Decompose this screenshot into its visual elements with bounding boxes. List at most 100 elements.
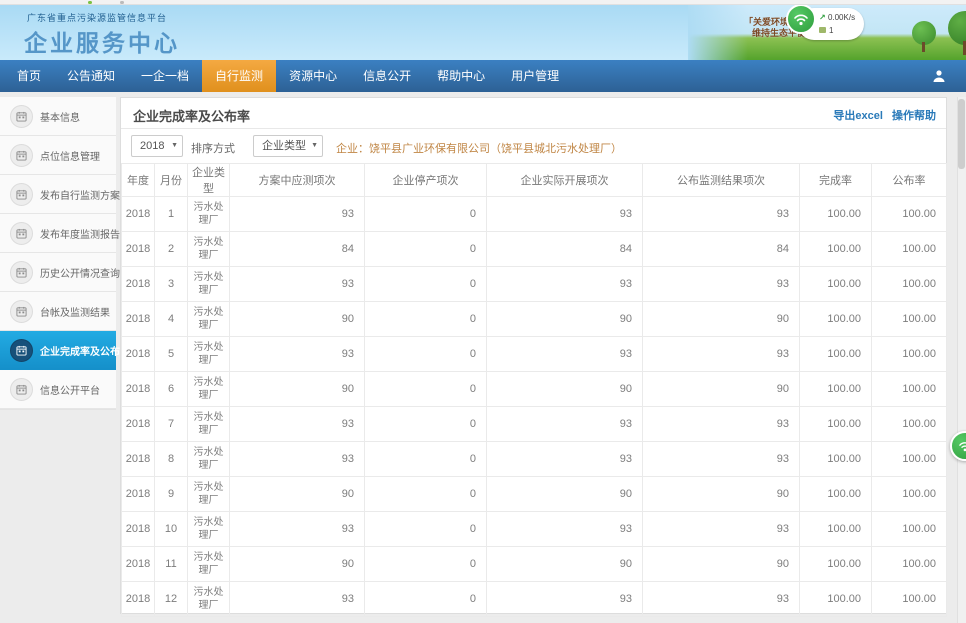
table-row: 20189污水处理厂9009090100.00100.00 (122, 477, 947, 512)
sort-label: 排序方式 (191, 140, 235, 156)
nav-item-notices[interactable]: 公告通知 (54, 60, 128, 92)
table-cell: 100.00 (800, 512, 872, 547)
sidebar-item-label: 信息公开平台 (40, 382, 100, 397)
calendar-icon (10, 105, 33, 128)
table-cell: 2018 (122, 547, 155, 582)
column-header: 完成率 (800, 164, 872, 197)
table-cell: 90 (487, 477, 643, 512)
table-cell: 0 (365, 512, 487, 547)
nav-item-user-management[interactable]: 用户管理 (498, 60, 572, 92)
sidebar-item-info-disclosure-platform[interactable]: 信息公开平台 (0, 370, 116, 409)
sidebar-item-ledger-and-results[interactable]: 台帐及监测结果 (0, 292, 116, 331)
table-cell: 93 (643, 512, 800, 547)
table-cell: 90 (487, 372, 643, 407)
sidebar-item-completion-publication-rate[interactable]: 企业完成率及公布率 (0, 331, 116, 370)
column-header: 年度 (122, 164, 155, 197)
header-banner: 「关爱环境， 维持生态平衡」 ↗ 0.00K/s 1 (688, 5, 966, 60)
table-cell: 4 (155, 302, 188, 337)
table-cell: 100.00 (872, 337, 947, 372)
help-link[interactable]: 操作帮助 (892, 110, 936, 122)
table-cell: 7 (155, 407, 188, 442)
sidebar-item-point-info-management[interactable]: 点位信息管理 (0, 136, 116, 175)
calendar-icon (10, 378, 33, 401)
table-cell: 污水处理厂 (188, 547, 230, 582)
table-cell: 0 (365, 372, 487, 407)
page-scrollbar[interactable] (957, 97, 966, 623)
column-header: 公布率 (872, 164, 947, 197)
user-icon[interactable] (932, 69, 946, 83)
table-cell: 90 (230, 477, 365, 512)
table-cell: 90 (643, 547, 800, 582)
table-cell: 90 (643, 372, 800, 407)
table-cell: 9 (155, 477, 188, 512)
table-cell: 93 (487, 197, 643, 232)
table-cell: 90 (230, 547, 365, 582)
calendar-icon (10, 222, 33, 245)
enterprise-type-select[interactable]: 企业类型 ▼ (253, 135, 323, 157)
year-select[interactable]: 2018 ▼ (131, 135, 183, 157)
table-cell: 93 (487, 267, 643, 302)
table-cell: 84 (487, 232, 643, 267)
calendar-icon (10, 183, 33, 206)
table-cell: 100.00 (872, 442, 947, 477)
table-cell: 污水处理厂 (188, 197, 230, 232)
upload-arrow-icon: ↗ (819, 11, 826, 24)
sidebar-item-label: 企业完成率及公布率 (40, 343, 130, 358)
table-cell: 93 (487, 407, 643, 442)
table-cell: 93 (230, 337, 365, 372)
table-cell: 100.00 (800, 372, 872, 407)
floating-network-ball[interactable] (950, 431, 966, 461)
chevron-down-icon: ▼ (171, 136, 178, 156)
panel-titlebar: 企业完成率及公布率 导出excel 操作帮助 (121, 98, 946, 129)
nav-item-help-center[interactable]: 帮助中心 (424, 60, 498, 92)
table-cell: 2018 (122, 442, 155, 477)
table-cell: 污水处理厂 (188, 582, 230, 617)
table-cell: 2018 (122, 372, 155, 407)
sidebar-item-publish-self-monitoring-plan[interactable]: 发布自行监测方案 (0, 175, 116, 214)
table-cell: 2018 (122, 267, 155, 302)
table-cell: 10 (155, 512, 188, 547)
table-cell: 11 (155, 547, 188, 582)
table-cell: 90 (643, 302, 800, 337)
table-cell: 100.00 (800, 582, 872, 617)
nav-item-enterprise-archive[interactable]: 一企一档 (128, 60, 202, 92)
sidebar-item-basic-info[interactable]: 基本信息 (0, 97, 116, 136)
folder-icon (819, 27, 826, 33)
table-row: 20184污水处理厂9009090100.00100.00 (122, 302, 947, 337)
column-header: 公布监测结果项次 (643, 164, 800, 197)
sidebar-item-label: 发布自行监测方案 (40, 187, 120, 202)
column-header: 企业实际开展项次 (487, 164, 643, 197)
sidebar-item-publish-annual-report[interactable]: 发布年度监测报告 (0, 214, 116, 253)
page-title: 企业完成率及公布率 (133, 106, 250, 125)
completion-rate-table: 年度月份企业类型方案中应测项次企业停产项次企业实际开展项次公布监测结果项次完成率… (121, 163, 947, 617)
table-cell: 84 (230, 232, 365, 267)
table-cell: 污水处理厂 (188, 407, 230, 442)
table-cell: 污水处理厂 (188, 442, 230, 477)
table-cell: 100.00 (872, 197, 947, 232)
table-row: 20185污水处理厂9309393100.00100.00 (122, 337, 947, 372)
site-title: 企业服务中心 (24, 24, 180, 58)
nav-item-home[interactable]: 首页 (4, 60, 54, 92)
scrollbar-thumb[interactable] (958, 99, 965, 169)
table-cell: 污水处理厂 (188, 232, 230, 267)
table-cell: 污水处理厂 (188, 477, 230, 512)
table-cell: 100.00 (872, 372, 947, 407)
table-cell: 2018 (122, 337, 155, 372)
calendar-icon (10, 300, 33, 323)
export-excel-link[interactable]: 导出excel (833, 110, 883, 122)
table-cell: 100.00 (800, 337, 872, 372)
table-cell: 93 (230, 197, 365, 232)
table-cell: 93 (487, 512, 643, 547)
sidebar-item-history-disclosure-query[interactable]: 历史公开情况查询 (0, 253, 116, 292)
table-cell: 12 (155, 582, 188, 617)
table-cell: 93 (643, 407, 800, 442)
nav-item-resource-center[interactable]: 资源中心 (276, 60, 350, 92)
nav-item-info-disclosure[interactable]: 信息公开 (350, 60, 424, 92)
table-cell: 90 (487, 547, 643, 582)
column-header: 企业停产项次 (365, 164, 487, 197)
network-speed-widget[interactable]: ↗ 0.00K/s 1 (798, 8, 864, 40)
table-cell: 0 (365, 302, 487, 337)
table-cell: 100.00 (800, 407, 872, 442)
table-cell: 93 (643, 442, 800, 477)
nav-item-self-monitoring[interactable]: 自行监测 (202, 60, 276, 92)
